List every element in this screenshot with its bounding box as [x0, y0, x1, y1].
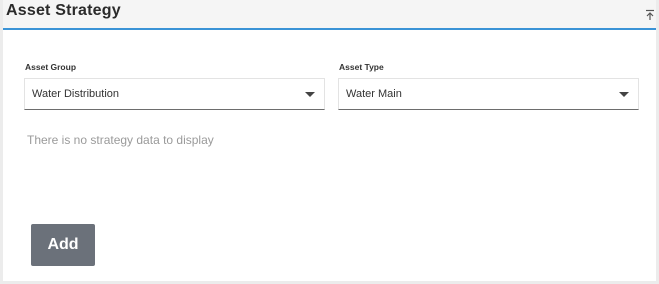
panel-title: Asset Strategy: [6, 2, 121, 19]
chevron-down-icon: [305, 92, 315, 97]
collapse-up-icon[interactable]: [645, 9, 655, 21]
panel-header: Asset Strategy: [3, 0, 656, 30]
asset-group-value: Water Distribution: [32, 88, 120, 100]
asset-type-label: Asset Type: [339, 62, 384, 72]
add-button[interactable]: Add: [31, 224, 95, 266]
asset-group-select[interactable]: Water Distribution: [24, 78, 325, 110]
empty-state-message: There is no strategy data to display: [27, 133, 214, 147]
chevron-down-icon: [619, 92, 629, 97]
asset-strategy-panel: Asset Strategy Asset Group Water Distrib…: [0, 0, 659, 284]
asset-type-select[interactable]: Water Main: [338, 78, 639, 110]
asset-type-value: Water Main: [346, 88, 402, 100]
asset-group-label: Asset Group: [25, 62, 77, 72]
